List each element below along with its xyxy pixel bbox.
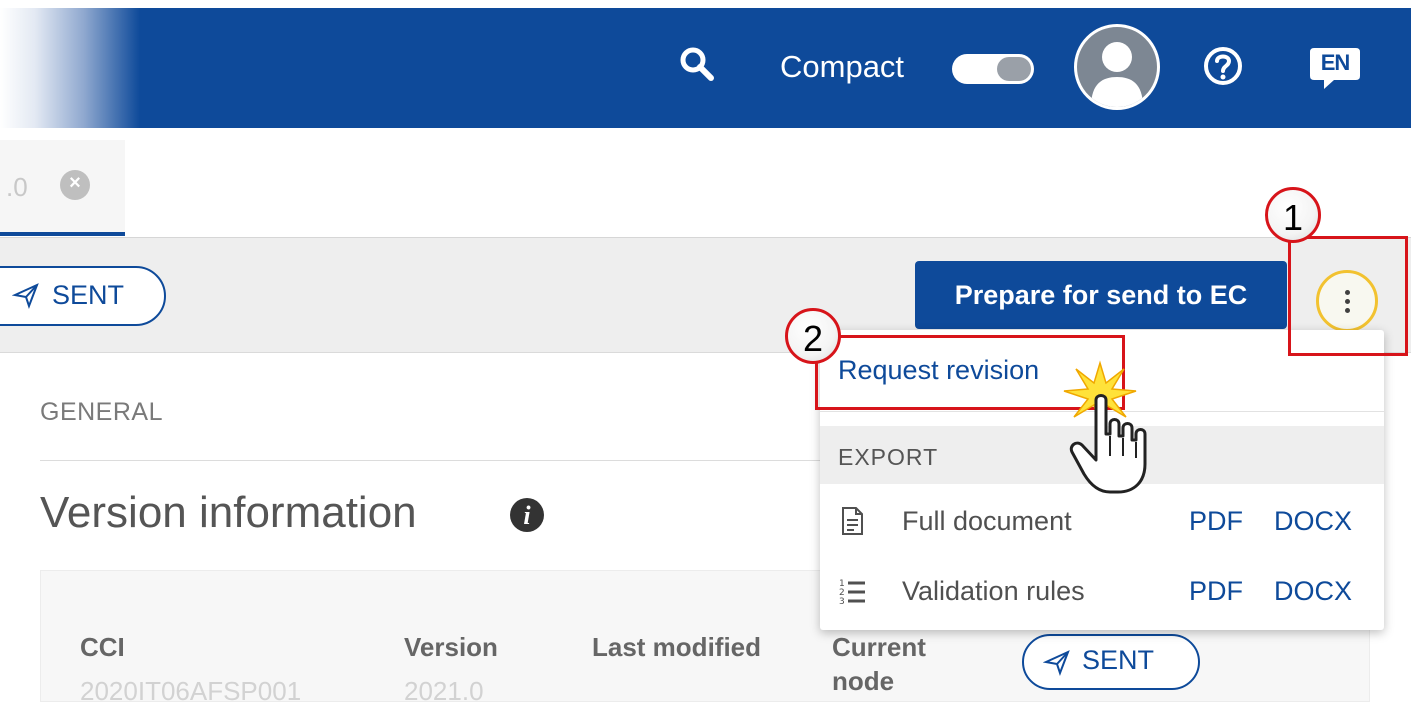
search-icon[interactable] bbox=[677, 44, 717, 84]
highlight-box-step1 bbox=[1288, 236, 1408, 356]
tab-strip bbox=[0, 128, 1411, 238]
validation-rules-pdf-link[interactable]: PDF bbox=[1189, 576, 1243, 607]
send-icon bbox=[12, 283, 39, 309]
help-icon[interactable] bbox=[1202, 45, 1244, 87]
menu-item-full-document: Full document bbox=[902, 506, 1072, 536]
version-value: 2021.0 bbox=[404, 676, 484, 702]
menu-item-validation-rules: Validation rules bbox=[902, 576, 1085, 606]
document-icon bbox=[842, 507, 863, 535]
full-document-pdf-link[interactable]: PDF bbox=[1189, 506, 1243, 537]
user-avatar-icon[interactable] bbox=[1074, 24, 1160, 110]
list-numbered-icon: 1 2 3 bbox=[839, 579, 865, 606]
header-fade bbox=[0, 8, 140, 128]
full-document-docx-link[interactable]: DOCX bbox=[1274, 506, 1352, 537]
column-header-cci: CCI bbox=[80, 632, 125, 662]
callout-step2: 2 bbox=[785, 308, 841, 364]
column-header-last-modified: Last modified bbox=[592, 632, 762, 662]
info-icon[interactable]: i bbox=[510, 498, 544, 532]
tab-label: .0 bbox=[6, 172, 28, 202]
status-badge-label: SENT bbox=[1082, 645, 1155, 675]
status-badge-label: SENT bbox=[52, 280, 125, 310]
cci-value: 2020IT06AFSP001 bbox=[80, 676, 302, 702]
svg-text:3: 3 bbox=[839, 597, 845, 606]
close-icon[interactable]: × bbox=[60, 170, 90, 200]
prepare-for-send-button[interactable]: Prepare for send to EC bbox=[915, 261, 1287, 329]
column-header-current-node: Current node bbox=[832, 632, 926, 696]
compact-label: Compact bbox=[780, 49, 905, 84]
callout-step1: 1 bbox=[1265, 187, 1321, 243]
language-label: EN bbox=[1320, 50, 1351, 75]
menu-export-heading: EXPORT bbox=[838, 444, 939, 470]
validation-rules-docx-link[interactable]: DOCX bbox=[1274, 576, 1352, 607]
hand-cursor-icon bbox=[1063, 360, 1147, 494]
compact-toggle-knob bbox=[997, 57, 1031, 81]
send-icon bbox=[1043, 650, 1070, 676]
section-divider bbox=[40, 460, 820, 461]
tab-active-indicator bbox=[0, 232, 125, 236]
section-label: GENERAL bbox=[40, 398, 163, 426]
page-title: Version information bbox=[40, 488, 417, 537]
column-header-version: Version bbox=[404, 632, 498, 662]
